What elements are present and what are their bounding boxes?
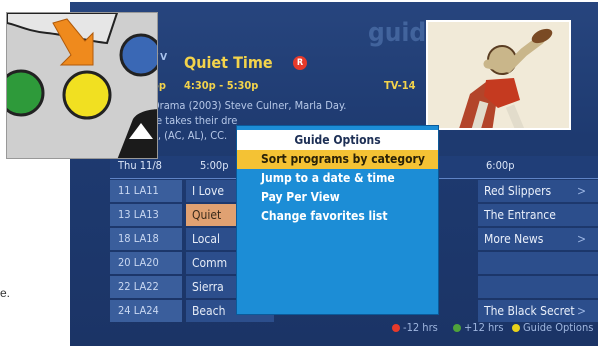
chevron-right-icon: >	[576, 232, 586, 246]
show-description-line1: Drama (2003) Steve Culner, Marla Day.	[152, 99, 347, 112]
show-description-line3: y, (AC, AL), CC.	[152, 129, 228, 142]
green-dot-icon	[453, 324, 461, 332]
program-cell-slot2[interactable]	[478, 276, 598, 298]
popup-title: Guide Options	[237, 130, 438, 150]
time-slot-1: 5:00p	[200, 159, 229, 172]
program-cell-slot2[interactable]	[478, 252, 598, 274]
program-title: The Black Secret	[484, 304, 575, 318]
orange-pointer-arrow-icon	[52, 18, 94, 66]
show-rating: TV-14	[384, 79, 416, 92]
show-title: Quiet Time	[184, 53, 273, 72]
option-jump-to-date[interactable]: Jump to a date & time	[237, 169, 438, 188]
yellow-dot-icon	[512, 324, 520, 332]
program-cell-slot2[interactable]: The Black Secret >	[478, 300, 598, 322]
record-badge-icon: R	[293, 56, 307, 70]
guide-options-popup: Guide Options Sort programs by category …	[236, 125, 439, 315]
show-description-line2: e takes their dre	[156, 114, 238, 127]
channel-label: 20 LA20	[110, 252, 182, 274]
blue-button-icon	[119, 33, 157, 77]
stray-text: e.	[0, 286, 11, 300]
date-label: Thu 11/8	[118, 159, 162, 172]
show-thumbnail	[426, 20, 571, 130]
option-pay-per-view[interactable]: Pay Per View	[237, 188, 438, 207]
red-dot-icon	[392, 324, 400, 332]
program-title: Red Slippers	[484, 184, 552, 198]
option-sort-by-category[interactable]: Sort programs by category	[237, 150, 438, 169]
footer-back[interactable]: -12 hrs	[392, 321, 438, 334]
channel-label: 22 LA22	[110, 276, 182, 298]
green-button-icon	[7, 69, 45, 117]
channel-label: 11 LA11	[110, 180, 182, 202]
channel-label: 13 LA13	[110, 204, 182, 226]
football-player-illustration	[428, 22, 569, 128]
program-title: The Entrance	[484, 208, 556, 222]
option-change-favorites[interactable]: Change favorites list	[237, 207, 438, 226]
chevron-right-icon: >	[576, 184, 586, 198]
time-slot-2: 6:00p	[486, 159, 515, 172]
program-title: More News	[484, 232, 544, 246]
remote-control-inset	[6, 12, 158, 159]
footer-forward[interactable]: +12 hrs	[453, 321, 504, 334]
footer-options[interactable]: Guide Options	[512, 321, 593, 334]
channel-label: 18 LA18	[110, 228, 182, 250]
channel-label: 24 LA24	[110, 300, 182, 322]
chevron-right-icon: >	[576, 304, 586, 318]
program-cell-slot2[interactable]: The Entrance	[478, 204, 598, 226]
show-time-range: 4:30p - 5:30p	[184, 79, 259, 92]
yellow-button-icon	[62, 70, 112, 120]
program-cell-slot2[interactable]: More News >	[478, 228, 598, 250]
program-cell-slot2[interactable]: Red Slippers >	[478, 180, 598, 202]
